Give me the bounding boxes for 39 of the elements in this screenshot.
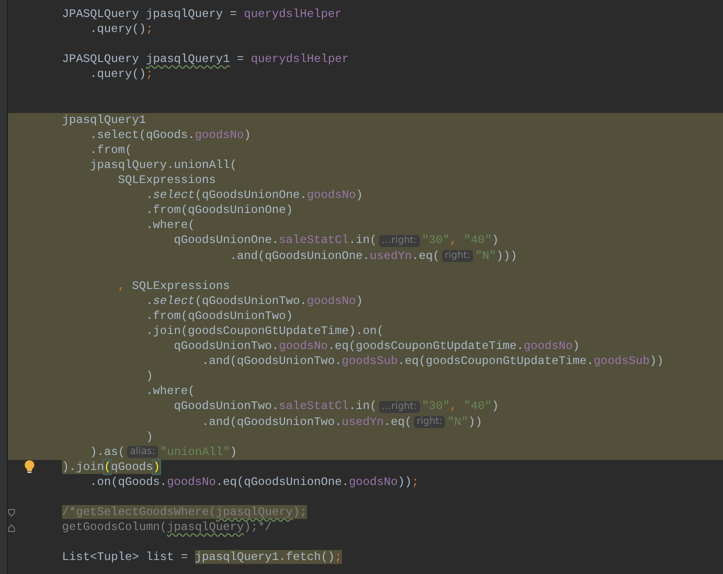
code-text: List<Tuple> list = jpasqlQuery1.fetch(); [62, 550, 342, 566]
code-text: .join(goodsCouponGtUpdateTime).on( [144, 324, 384, 340]
code-text: ) [144, 430, 153, 445]
lightbulb-icon[interactable] [24, 460, 35, 474]
code-text: .where( [144, 218, 195, 234]
code-text: .and(qGoodsUnionTwo.goodsSub.eq(goodsCouponGtUpdateTime.goodsSub)) [200, 354, 664, 370]
parameter-hint: alias: [126, 446, 158, 458]
code-text: jpasqlQuery.unionAll( [88, 158, 237, 173]
code-text: JPASQLQuery jpasqlQuery = querydslHelper [62, 7, 342, 22]
code-text: /*getSelectGoodsWhere(jpasqlQuery); [62, 505, 307, 520]
parameter-hint: …right: [378, 234, 420, 247]
code-text: ).join(qGoods) [62, 460, 160, 475]
code-text: getGoodsColumn(jpasqlQuery);*/ [62, 520, 272, 536]
code-text: qGoodsUnionTwo.saleStatCl.in( [172, 399, 377, 414]
code-text: .from( [88, 142, 132, 158]
fold-marker-icon[interactable] [8, 508, 16, 517]
code-text: qGoodsUnionOne.saleStatCl.in( [172, 233, 377, 248]
code-text: , SQLExpressions [116, 278, 230, 294]
code-text: ).as( [88, 444, 125, 460]
parameter-hint: right: [442, 250, 474, 262]
code-text: .on(qGoods.goodsNo.eq(qGoodsUnionOne.goodsNo)); [88, 474, 419, 490]
code-text: .from(qGoodsUnionTwo) [144, 308, 293, 324]
code-text: .and(qGoodsUnionTwo.usedYn.eq( [200, 414, 412, 430]
code-text: .query(); [88, 67, 153, 82]
code-text: .from(qGoodsUnionOne) [144, 203, 293, 218]
code-text: SQLExpressions [116, 173, 216, 188]
code-text: .and(qGoodsUnionOne.usedYn.eq( [228, 248, 440, 264]
code-text: .select(qGoodsUnionOne.goodsNo) [144, 188, 363, 204]
code-text: .query(); [88, 22, 153, 38]
code-text: .where( [144, 384, 195, 400]
code-text: ) [144, 369, 153, 384]
parameter-hint: right: [414, 416, 446, 428]
code-text: .select(qGoods.goodsNo) [88, 128, 251, 143]
parameter-hint: …right: [378, 400, 420, 413]
code-text: .select(qGoodsUnionTwo.goodsNo) [144, 294, 363, 309]
code-text: JPASQLQuery jpasqlQuery1 = querydslHelper [62, 52, 349, 68]
fold-marker-icon[interactable] [8, 524, 16, 532]
code-text: qGoodsUnionTwo.goodsNo.eq(goodsCouponGtUpdateTime.goodsNo) [172, 339, 580, 354]
code-text: jpasqlQuery1 [62, 112, 146, 128]
